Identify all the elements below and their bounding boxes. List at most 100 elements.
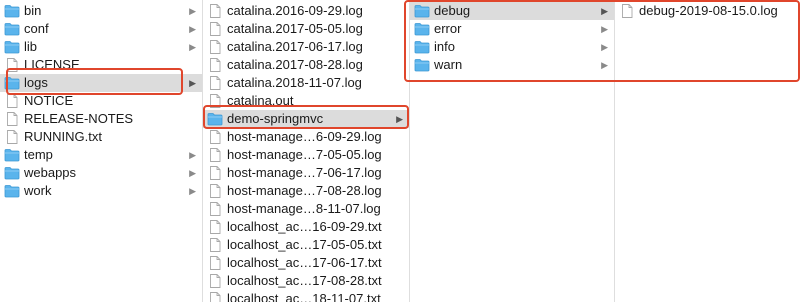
folder-icon [207,112,223,126]
file-item[interactable]: debug-2019-08-15.0.log [615,2,801,20]
file-item[interactable]: host-manage…7-06-17.log [203,164,409,182]
item-label: localhost_ac…17-06-17.txt [227,255,382,270]
file-icon [207,238,223,252]
file-icon [207,184,223,198]
item-label: catalina.2018-11-07.log [227,75,362,90]
file-icon [207,76,223,90]
file-icon [207,148,223,162]
folder-item-logs[interactable]: logs ▶ [0,74,202,92]
item-label: bin [24,3,42,18]
item-label: host-manage…7-08-28.log [227,183,382,198]
item-label: demo-springmvc [227,111,324,126]
item-label: temp [24,147,53,162]
item-label: LICENSE [24,57,80,72]
chevron-right-icon: ▶ [601,60,608,70]
item-label: localhost_ac…17-05-05.txt [227,237,382,252]
file-icon [207,202,223,216]
chevron-right-icon: ▶ [189,150,196,160]
folder-item-temp[interactable]: temp ▶ [0,146,202,164]
folder-item-webapps[interactable]: webapps ▶ [0,164,202,182]
chevron-right-icon: ▶ [601,24,608,34]
chevron-right-icon: ▶ [601,42,608,52]
folder-item-work[interactable]: work ▶ [0,182,202,200]
file-item[interactable]: LICENSE [0,56,202,74]
item-label: catalina.2017-05-05.log [227,21,363,36]
item-label: error [434,21,462,36]
item-label: lib [24,39,38,54]
column-tomcat[interactable]: bin ▶ conf ▶ lib ▶ LICENSE logs ▶ NOTICE RELEASE-N… [0,0,202,302]
column-logs[interactable]: catalina.2016-09-29.log catalina.2017-05-… [203,0,409,302]
file-item[interactable]: catalina.2017-08-28.log [203,56,409,74]
file-icon [207,292,223,302]
folder-icon [4,166,20,180]
folder-icon [4,40,20,54]
file-icon [207,274,223,288]
item-label: host-manage…7-05-05.log [227,147,382,162]
file-icon [4,112,20,126]
folder-item-warn[interactable]: warn ▶ [410,56,614,74]
file-item[interactable]: host-manage…8-11-07.log [203,200,409,218]
file-icon [207,40,223,54]
file-item[interactable]: localhost_ac…18-11-07.txt [203,290,409,302]
folder-icon [4,148,20,162]
file-item[interactable]: localhost_ac…17-06-17.txt [203,254,409,272]
file-item[interactable]: host-manage…6-09-29.log [203,128,409,146]
item-label: RUNNING.txt [24,129,102,144]
item-label: conf [24,21,49,36]
item-label: catalina.2017-06-17.log [227,39,363,54]
file-icon [207,58,223,72]
folder-icon [4,4,20,18]
file-icon [4,58,20,72]
folder-item-lib[interactable]: lib ▶ [0,38,202,56]
chevron-right-icon: ▶ [396,114,403,124]
folder-item-conf[interactable]: conf ▶ [0,20,202,38]
file-icon [207,4,223,18]
folder-icon [414,22,430,36]
file-item[interactable]: catalina.out [203,92,409,110]
folder-icon [4,76,20,90]
folder-item-demo-springmvc[interactable]: demo-springmvc ▶ [203,110,409,128]
file-item[interactable]: catalina.2017-06-17.log [203,38,409,56]
file-item[interactable]: localhost_ac…17-05-05.txt [203,236,409,254]
file-item[interactable]: catalina.2016-09-29.log [203,2,409,20]
file-item[interactable]: catalina.2018-11-07.log [203,74,409,92]
file-item[interactable]: catalina.2017-05-05.log [203,20,409,38]
file-item[interactable]: RUNNING.txt [0,128,202,146]
item-label: localhost_ac…18-11-07.txt [227,291,381,302]
folder-icon [4,22,20,36]
file-icon [619,4,635,18]
chevron-right-icon: ▶ [189,78,196,88]
folder-item-error[interactable]: error ▶ [410,20,614,38]
item-label: host-manage…7-06-17.log [227,165,382,180]
item-label: RELEASE-NOTES [24,111,134,126]
file-icon [207,94,223,108]
item-label: logs [24,75,48,90]
folder-icon [414,4,430,18]
file-item[interactable]: NOTICE [0,92,202,110]
chevron-right-icon: ▶ [601,6,608,16]
item-label: catalina.2016-09-29.log [227,3,363,18]
file-icon [4,94,20,108]
folder-icon [414,40,430,54]
file-icon [207,256,223,270]
item-label: debug-2019-08-15.0.log [639,3,778,18]
file-item[interactable]: host-manage…7-05-05.log [203,146,409,164]
item-label: catalina.out [227,93,294,108]
chevron-right-icon: ▶ [189,168,196,178]
column-debug[interactable]: debug-2019-08-15.0.log [615,0,801,302]
item-label: host-manage…8-11-07.log [227,201,381,216]
column-demo-springmvc[interactable]: debug ▶ error ▶ info ▶ warn ▶ [410,0,614,302]
file-icon [207,220,223,234]
folder-item-bin[interactable]: bin ▶ [0,2,202,20]
item-label: warn [434,57,463,72]
item-label: localhost_ac…16-09-29.txt [227,219,382,234]
folder-item-info[interactable]: info ▶ [410,38,614,56]
file-item[interactable]: host-manage…7-08-28.log [203,182,409,200]
folder-item-debug[interactable]: debug ▶ [410,2,614,20]
file-item[interactable]: localhost_ac…17-08-28.txt [203,272,409,290]
file-item[interactable]: localhost_ac…16-09-29.txt [203,218,409,236]
item-label: host-manage…6-09-29.log [227,129,382,144]
item-label: localhost_ac…17-08-28.txt [227,273,382,288]
file-item[interactable]: RELEASE-NOTES [0,110,202,128]
chevron-right-icon: ▶ [189,186,196,196]
